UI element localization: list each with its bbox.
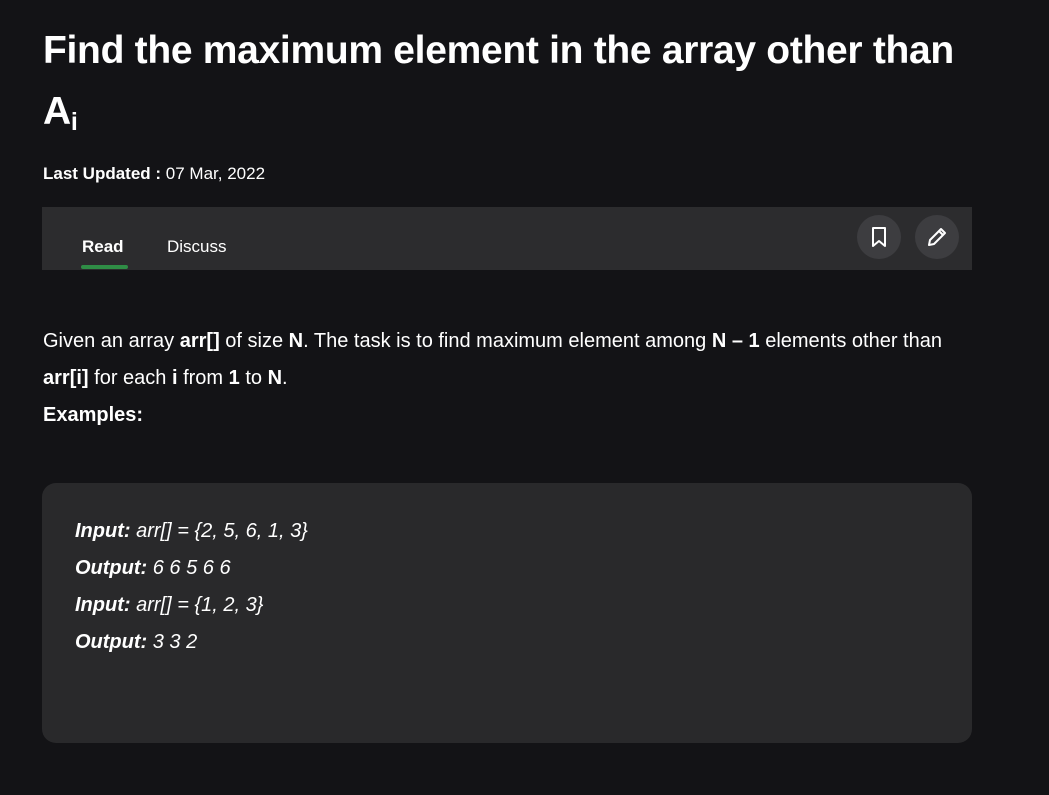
edit-button[interactable]: [915, 215, 959, 259]
example-line: Input: arr[] = {1, 2, 3}: [75, 587, 308, 624]
desc-bold: N: [267, 367, 283, 389]
desc-bold: 1: [228, 367, 240, 389]
article-page: Find the maximum element in the array ot…: [0, 0, 1049, 795]
example-value: arr[] = {1, 2, 3}: [130, 594, 264, 616]
examples-lines: Input: arr[] = {2, 5, 6, 1, 3} Output: 6…: [75, 513, 308, 661]
desc-text: from: [177, 367, 229, 389]
article-title: Find the maximum element in the array ot…: [43, 20, 973, 142]
examples-box: Input: arr[] = {2, 5, 6, 1, 3} Output: 6…: [42, 483, 972, 743]
example-line: Input: arr[] = {2, 5, 6, 1, 3}: [75, 513, 308, 550]
article-tab-bar: Read Discuss: [42, 207, 972, 270]
desc-text: .: [282, 367, 288, 389]
article-title-text: Find the maximum element in the array ot…: [43, 29, 954, 133]
desc-text: . The task is to find maximum element am…: [303, 330, 712, 352]
last-updated: Last Updated : 07 Mar, 2022: [43, 164, 265, 184]
pencil-icon: [928, 228, 946, 246]
example-value: 3 3 2: [147, 631, 198, 653]
example-value: 6 6 5 6 6: [147, 557, 231, 579]
example-label: Input:: [75, 594, 131, 616]
article-title-subscript: i: [70, 108, 78, 136]
desc-bold: N – 1: [711, 330, 760, 352]
bookmark-icon: [872, 227, 886, 247]
desc-bold: arr[i]: [43, 367, 89, 389]
tab-discuss[interactable]: Discuss: [167, 237, 227, 257]
tab-read[interactable]: Read: [82, 237, 124, 257]
desc-bold: N: [288, 330, 304, 352]
example-label: Input:: [75, 520, 131, 542]
last-updated-label: Last Updated :: [43, 164, 162, 183]
desc-text: elements other than: [759, 330, 942, 352]
desc-text: Given an array: [43, 330, 180, 352]
active-tab-indicator: [81, 265, 128, 269]
problem-description: Given an array arr[] of size N. The task…: [43, 323, 963, 397]
desc-text: of size: [219, 330, 289, 352]
example-label: Output:: [75, 631, 148, 653]
example-line: Output: 6 6 5 6 6: [75, 550, 308, 587]
example-value: arr[] = {2, 5, 6, 1, 3}: [130, 520, 308, 542]
last-updated-date: 07 Mar, 2022: [165, 164, 266, 183]
desc-text: to: [239, 367, 268, 389]
bookmark-button[interactable]: [857, 215, 901, 259]
desc-bold: arr[]: [179, 330, 220, 352]
example-label: Output:: [75, 557, 148, 579]
examples-heading: Examples:: [43, 404, 144, 426]
desc-text: for each: [88, 367, 172, 389]
example-line: Output: 3 3 2: [75, 624, 308, 661]
